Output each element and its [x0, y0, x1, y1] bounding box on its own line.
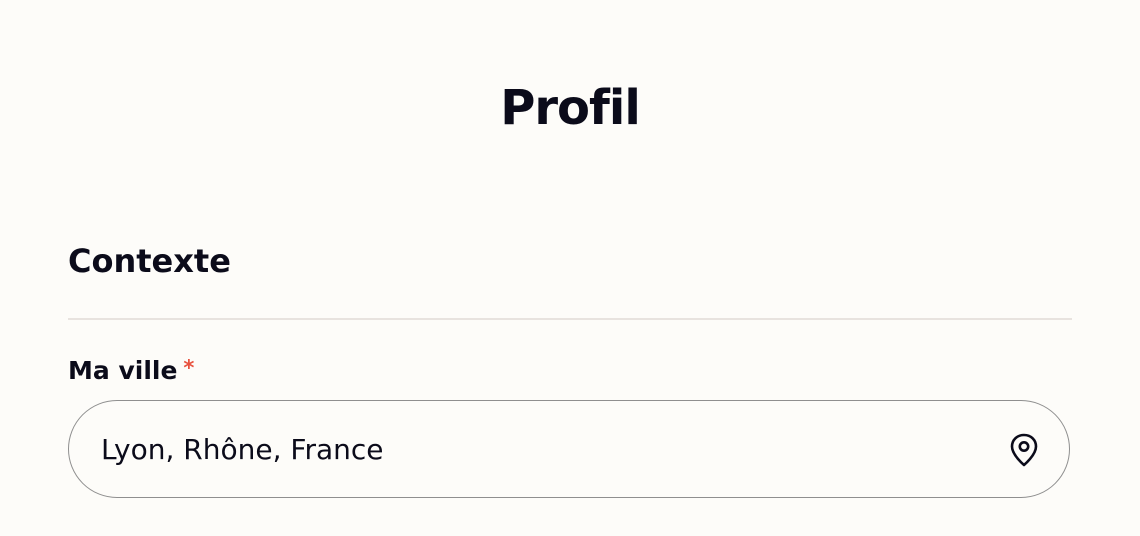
city-field-label-text: Ma ville — [68, 356, 178, 385]
city-input[interactable] — [101, 401, 981, 497]
page-title: Profil — [500, 80, 641, 136]
section-divider — [68, 318, 1072, 320]
required-marker: * — [183, 356, 195, 380]
city-field-label: Ma ville * — [68, 355, 194, 388]
location-pin-icon[interactable] — [1009, 433, 1039, 467]
section-title: Contexte — [68, 242, 231, 280]
city-input-container[interactable] — [68, 400, 1070, 498]
